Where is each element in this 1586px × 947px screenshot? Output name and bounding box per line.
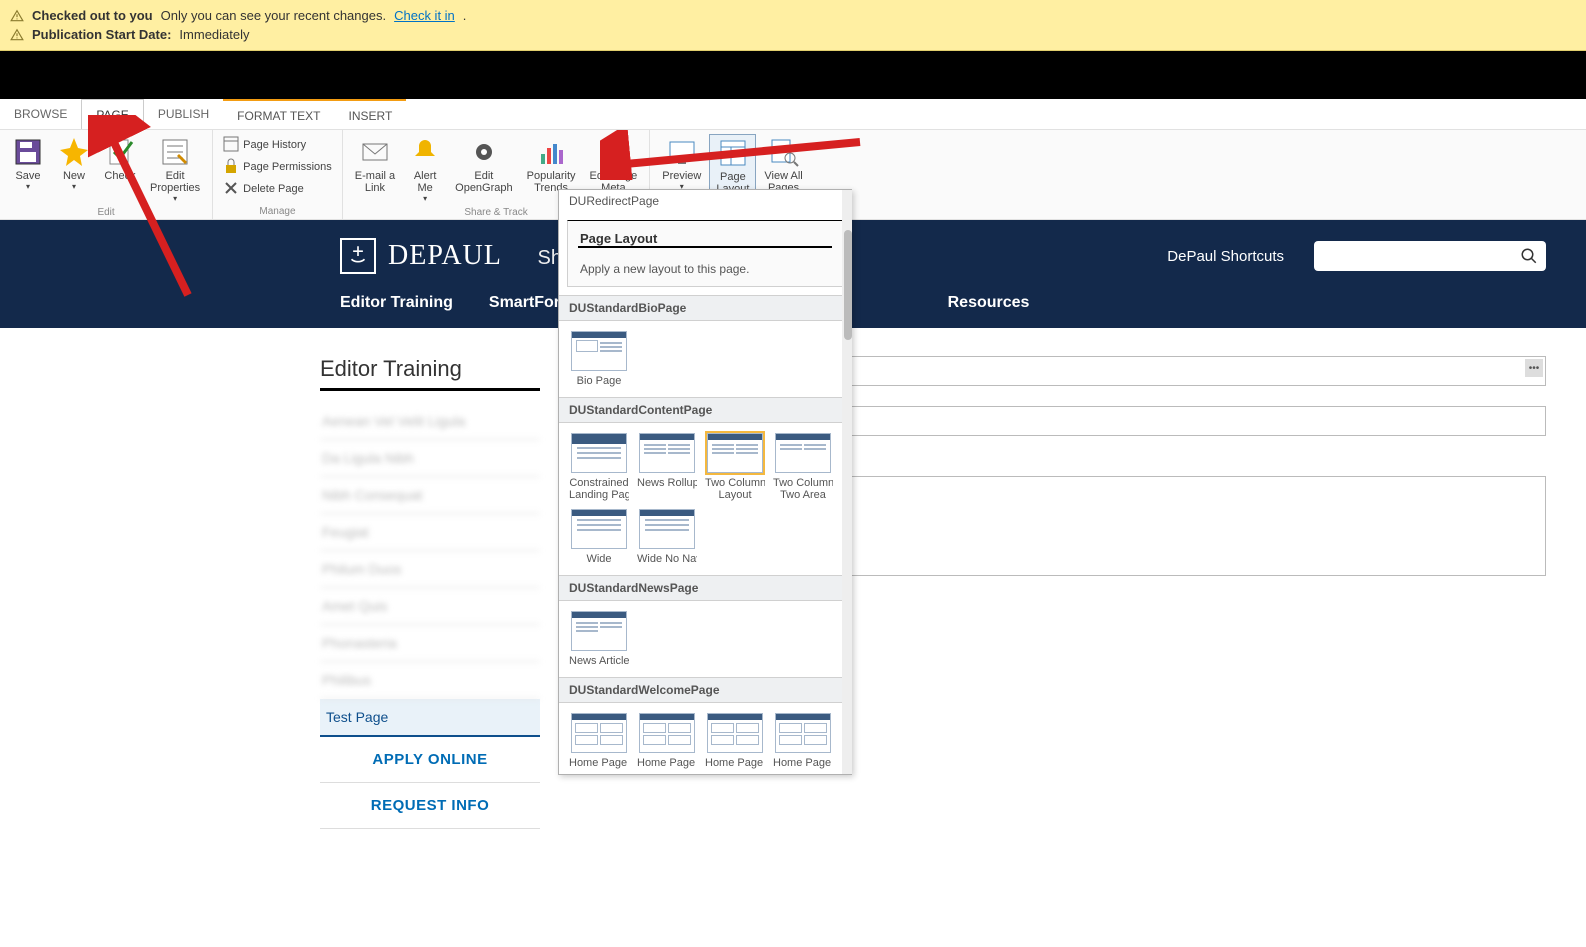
search-icon <box>1520 247 1538 265</box>
dd-section-content: DUStandardContentPage <box>559 397 851 423</box>
save-button[interactable]: Save ▾ <box>6 134 50 205</box>
layout-wide[interactable]: Wide <box>569 509 629 565</box>
new-icon <box>58 136 90 168</box>
delete-icon <box>223 180 239 196</box>
warning-icon <box>10 9 24 23</box>
cta-request-info[interactable]: REQUEST INFO <box>320 783 540 829</box>
edit-opengraph-button[interactable]: EditOpenGraph <box>449 134 518 205</box>
sidebar-item[interactable]: Da Ligula Nibh <box>320 440 540 477</box>
layout-home-4[interactable]: Home Page 4 <box>773 713 833 769</box>
pubdate-label: Publication Start Date: <box>32 27 171 42</box>
brand-text: DEPAUL <box>388 240 502 271</box>
layout-wide-no-nav[interactable]: Wide No Nav <box>637 509 697 565</box>
search-pages-icon <box>768 136 800 168</box>
properties-icon <box>159 136 191 168</box>
cta-apply-online[interactable]: APPLY ONLINE <box>320 737 540 783</box>
lock-icon <box>223 158 239 174</box>
dd-section-redirect: DURedirectPage <box>559 190 851 212</box>
page-history-button[interactable]: Page History <box>219 134 336 154</box>
check-button[interactable]: Check <box>98 134 142 205</box>
pubdate-value: Immediately <box>179 27 249 42</box>
tab-format-text[interactable]: FORMAT TEXT <box>223 99 334 129</box>
edit-properties-button[interactable]: EditProperties ▾ <box>144 134 206 205</box>
tab-page[interactable]: PAGE <box>81 99 143 129</box>
left-sidebar: Editor Training Aenean Vel Velit Ligula … <box>320 356 540 829</box>
page-permissions-button[interactable]: Page Permissions <box>219 156 336 176</box>
layout-icon <box>717 137 749 169</box>
search-input[interactable] <box>1314 241 1546 271</box>
layout-home-2[interactable]: Home Page 2 <box>637 713 697 769</box>
checkout-icon <box>104 136 136 168</box>
layout-two-column-two-area[interactable]: Two ColumnTwo Area <box>773 433 833 501</box>
email-link-button[interactable]: E-mail aLink <box>349 134 401 205</box>
dropdown-scrollbar[interactable] <box>842 190 852 774</box>
layout-home-1[interactable]: Home Page 1 <box>569 713 629 769</box>
tab-insert[interactable]: INSERT <box>335 99 407 129</box>
sidebar-title: Editor Training <box>320 356 540 391</box>
sidebar-item[interactable]: Nibh Consequat <box>320 477 540 514</box>
tooltip-title: Page Layout <box>580 231 830 246</box>
layout-news-article[interactable]: News Article 2 <box>569 611 629 667</box>
dd-section-welcome: DUStandardWelcomePage <box>559 677 851 703</box>
layout-news-rollup[interactable]: News Rollup 2 <box>637 433 697 501</box>
nav-editor-training[interactable]: Editor Training <box>340 294 453 312</box>
ribbon-tabs: BROWSE PAGE PUBLISH FORMAT TEXT INSERT <box>0 99 1586 130</box>
save-icon <box>12 136 44 168</box>
history-icon <box>223 136 239 152</box>
alert-me-button[interactable]: AlertMe ▾ <box>403 134 447 205</box>
suite-bar <box>0 51 1586 99</box>
tooltip-desc: Apply a new layout to this page. <box>580 262 830 276</box>
dd-section-bio: DUStandardBioPage <box>559 295 851 321</box>
new-button[interactable]: New ▾ <box>52 134 96 205</box>
layout-home-3[interactable]: Home Page 3 <box>705 713 765 769</box>
layout-bio-page[interactable]: Bio Page <box>569 331 629 387</box>
ribbon-group-manage: Page History Page Permissions Delete Pag… <box>213 130 343 219</box>
group-label-edit: Edit <box>6 205 206 220</box>
checkin-link[interactable]: Check it in <box>394 8 455 23</box>
chart-icon <box>535 136 567 168</box>
delete-page-button[interactable]: Delete Page <box>219 178 336 198</box>
nav-resources[interactable]: Resources <box>948 294 1030 312</box>
sidebar-item[interactable]: Phonasteria <box>320 625 540 662</box>
checkout-msg: Only you can see your recent changes. <box>161 8 386 23</box>
ribbon-group-edit: Save ▾ New ▾ Check EditProperties ▾ Edit <box>0 130 213 219</box>
gear-icon <box>468 136 500 168</box>
checkout-label: Checked out to you <box>32 8 153 23</box>
dropdown-tooltip: Page Layout Apply a new layout to this p… <box>567 220 843 287</box>
ellipsis-icon[interactable]: ••• <box>1525 359 1543 377</box>
notification-bar: Checked out to you Only you can see your… <box>0 0 1586 51</box>
dd-section-news: DUStandardNewsPage <box>559 575 851 601</box>
warning-icon <box>10 28 24 42</box>
monitor-icon <box>666 136 698 168</box>
page-layout-dropdown: DURedirectPage Page Layout Apply a new l… <box>558 189 852 775</box>
bell-icon <box>409 136 441 168</box>
sidebar-item-active[interactable]: Test Page <box>320 699 540 737</box>
tab-publish[interactable]: PUBLISH <box>144 99 223 129</box>
sidebar-item[interactable]: Aenean Vel Velit Ligula <box>320 403 540 440</box>
sidebar-item[interactable]: Feugiat <box>320 514 540 551</box>
group-label-manage: Manage <box>219 204 336 219</box>
email-icon <box>359 136 391 168</box>
sidebar-item[interactable]: Amet Quis <box>320 588 540 625</box>
tab-browse[interactable]: BROWSE <box>0 99 81 129</box>
sidebar-item[interactable]: Philibus <box>320 662 540 699</box>
shortcuts-link[interactable]: DePaul Shortcuts <box>1167 248 1284 265</box>
page-icon <box>597 136 629 168</box>
layout-two-column[interactable]: Two ColumnLayout <box>705 433 765 501</box>
layout-constrained-landing[interactable]: ConstrainedLanding Page <box>569 433 629 501</box>
shield-icon <box>340 238 376 274</box>
sidebar-item[interactable]: Philum Duos <box>320 551 540 588</box>
